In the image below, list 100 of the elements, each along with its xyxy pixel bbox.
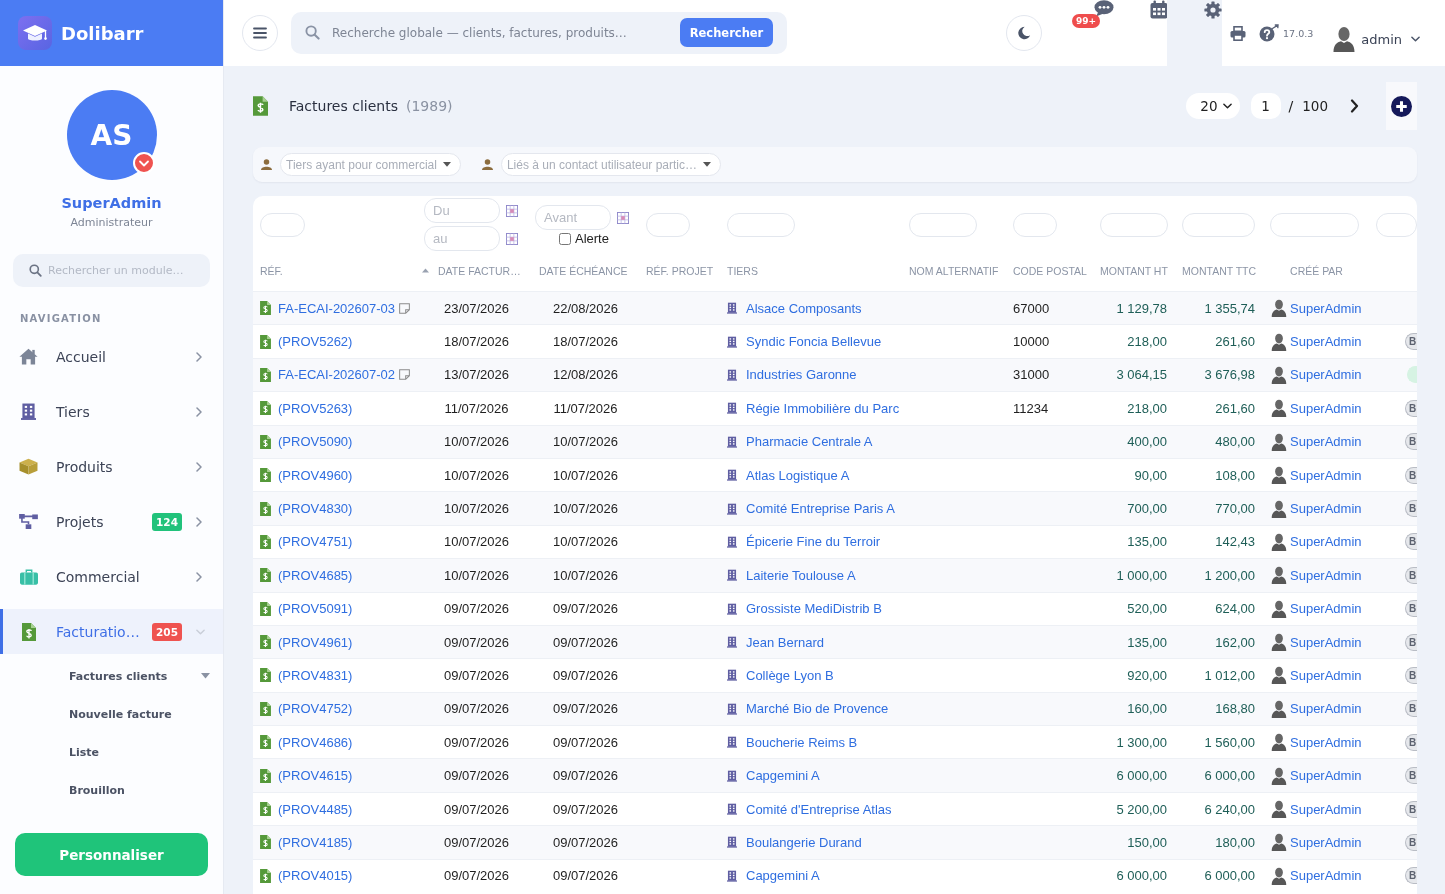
- filter-field[interactable]: [1013, 212, 1057, 237]
- add-button[interactable]: [1386, 82, 1417, 130]
- calendar-icon[interactable]: [506, 204, 518, 217]
- chat-bubble-icon[interactable]: [1094, 0, 1115, 17]
- settings-button[interactable]: [1167, 0, 1223, 66]
- user-link[interactable]: SuperAdmin: [1290, 634, 1362, 650]
- user-link[interactable]: SuperAdmin: [1290, 701, 1362, 717]
- invoice-link[interactable]: (PROV5091): [278, 601, 353, 617]
- invoice-link[interactable]: (PROV4831): [278, 668, 353, 683]
- search-button[interactable]: Rechercher: [680, 18, 773, 47]
- column-header[interactable]: MONTANT TTC: [1182, 264, 1257, 277]
- company-link[interactable]: Jean Bernard: [746, 634, 825, 650]
- alert-checkbox[interactable]: [559, 232, 571, 245]
- column-header[interactable]: CRÉÉ PAR: [1290, 264, 1343, 277]
- user-link[interactable]: SuperAdmin: [1290, 601, 1362, 617]
- invoice-link[interactable]: FA-ECAI-202607-03: [278, 300, 396, 316]
- column-header[interactable]: CODE POSTAL: [1013, 264, 1087, 277]
- user-menu[interactable]: admin: [1333, 26, 1420, 52]
- filter-field[interactable]: [1270, 212, 1359, 237]
- invoice-link[interactable]: FA-ECAI-202607-02: [278, 367, 396, 383]
- nav-item[interactable]: Facturatio… 205: [0, 609, 223, 654]
- invoice-link[interactable]: (PROV4485): [278, 801, 353, 817]
- nav-item[interactable]: Tiers: [0, 389, 223, 434]
- printer-icon[interactable]: [1230, 25, 1247, 41]
- column-header[interactable]: DATE ÉCHÉANCE: [539, 264, 628, 277]
- column-header[interactable]: MONTANT HT: [1100, 264, 1168, 277]
- company-link[interactable]: Capgemini A: [746, 768, 820, 784]
- invoice-link[interactable]: (PROV4686): [278, 734, 353, 750]
- date-field[interactable]: Avant: [535, 205, 611, 230]
- invoice-link[interactable]: (PROV4185): [278, 834, 353, 850]
- filter-field[interactable]: [646, 212, 690, 237]
- company-link[interactable]: Marché Bio de Provence: [746, 701, 889, 717]
- submenu-item[interactable]: Nouvelle facture: [0, 695, 223, 733]
- company-link[interactable]: Comité Entreprise Paris A: [746, 501, 895, 517]
- filter-field[interactable]: [260, 212, 305, 237]
- company-link[interactable]: Syndic Foncia Bellevue: [746, 334, 882, 350]
- calendar-icon[interactable]: [1150, 0, 1169, 19]
- date-field[interactable]: au: [424, 226, 500, 251]
- user-link[interactable]: SuperAdmin: [1290, 834, 1362, 850]
- filter-field[interactable]: [1100, 212, 1168, 237]
- company-link[interactable]: Capgemini A: [746, 868, 820, 884]
- invoice-link[interactable]: (PROV4015): [278, 868, 353, 884]
- company-link[interactable]: Épicerie Fine du Terroir: [746, 534, 881, 550]
- invoice-link[interactable]: (PROV4830): [278, 501, 353, 517]
- submenu-item[interactable]: Brouillon: [0, 771, 223, 809]
- column-header[interactable]: RÉF.: [260, 264, 283, 277]
- user-link[interactable]: SuperAdmin: [1290, 668, 1362, 683]
- date-field[interactable]: Du: [424, 198, 500, 223]
- nav-item[interactable]: Commercial: [0, 554, 223, 599]
- company-link[interactable]: Industries Garonne: [746, 367, 857, 383]
- invoice-link[interactable]: (PROV4752): [278, 701, 353, 717]
- filter-field[interactable]: [727, 212, 795, 237]
- invoice-link[interactable]: (PROV4960): [278, 467, 353, 483]
- filter-field[interactable]: [1376, 212, 1417, 237]
- company-link[interactable]: Boucherie Reims B: [746, 734, 858, 750]
- user-link[interactable]: SuperAdmin: [1290, 734, 1362, 750]
- filter-field[interactable]: [1182, 212, 1255, 237]
- user-link[interactable]: SuperAdmin: [1290, 334, 1362, 350]
- user-link[interactable]: SuperAdmin: [1290, 567, 1362, 583]
- submenu-item[interactable]: Liste: [0, 733, 223, 771]
- user-link[interactable]: SuperAdmin: [1290, 868, 1362, 884]
- company-link[interactable]: Atlas Logistique A: [746, 467, 850, 483]
- column-header[interactable]: NOM ALTERNATIF: [909, 264, 999, 277]
- page-input[interactable]: 1: [1250, 93, 1281, 119]
- invoice-link[interactable]: (PROV4751): [278, 534, 353, 550]
- invoice-link[interactable]: (PROV4961): [278, 634, 353, 650]
- user-link[interactable]: SuperAdmin: [1290, 367, 1362, 383]
- company-link[interactable]: Collège Lyon B: [746, 668, 834, 683]
- next-page-button[interactable]: [1350, 99, 1359, 113]
- invoice-link[interactable]: (PROV4685): [278, 567, 353, 583]
- column-header[interactable]: RÉF. PROJET: [646, 264, 714, 277]
- company-link[interactable]: Laiterie Toulouse A: [746, 567, 856, 583]
- theme-toggle-button[interactable]: [1006, 15, 1043, 51]
- company-link[interactable]: Grossiste MediDistrib B: [746, 601, 882, 617]
- user-link[interactable]: SuperAdmin: [1290, 467, 1362, 483]
- nav-item[interactable]: Projets 124: [0, 499, 223, 544]
- user-link[interactable]: SuperAdmin: [1290, 434, 1362, 450]
- menu-button[interactable]: [242, 15, 278, 51]
- user-link[interactable]: SuperAdmin: [1290, 534, 1362, 550]
- nav-item[interactable]: Accueil: [0, 334, 223, 379]
- calendar-icon[interactable]: [506, 232, 518, 245]
- user-link[interactable]: SuperAdmin: [1290, 501, 1362, 517]
- user-name[interactable]: SuperAdmin: [61, 193, 162, 213]
- invoice-link[interactable]: (PROV4615): [278, 768, 353, 784]
- company-link[interactable]: Comité d'Entreprise Atlas: [746, 801, 892, 817]
- help-icon[interactable]: [1259, 24, 1280, 42]
- calendar-icon[interactable]: [617, 211, 629, 224]
- page-size-select[interactable]: 20: [1185, 93, 1240, 119]
- column-header[interactable]: TIERS: [727, 264, 758, 277]
- avatar[interactable]: AS: [66, 90, 157, 180]
- submenu-item[interactable]: Factures clients: [0, 657, 223, 695]
- company-link[interactable]: Pharmacie Centrale A: [746, 434, 873, 450]
- filter-field[interactable]: [909, 212, 977, 237]
- module-search-field[interactable]: Rechercher un module…: [13, 254, 210, 287]
- column-header[interactable]: DATE FACTUR…: [438, 264, 521, 277]
- invoice-link[interactable]: (PROV5090): [278, 434, 353, 450]
- user-link[interactable]: SuperAdmin: [1290, 801, 1362, 817]
- company-link[interactable]: Régie Immobilière du Parc: [746, 400, 900, 416]
- company-link[interactable]: Alsace Composants: [746, 300, 862, 316]
- user-link[interactable]: SuperAdmin: [1290, 768, 1362, 784]
